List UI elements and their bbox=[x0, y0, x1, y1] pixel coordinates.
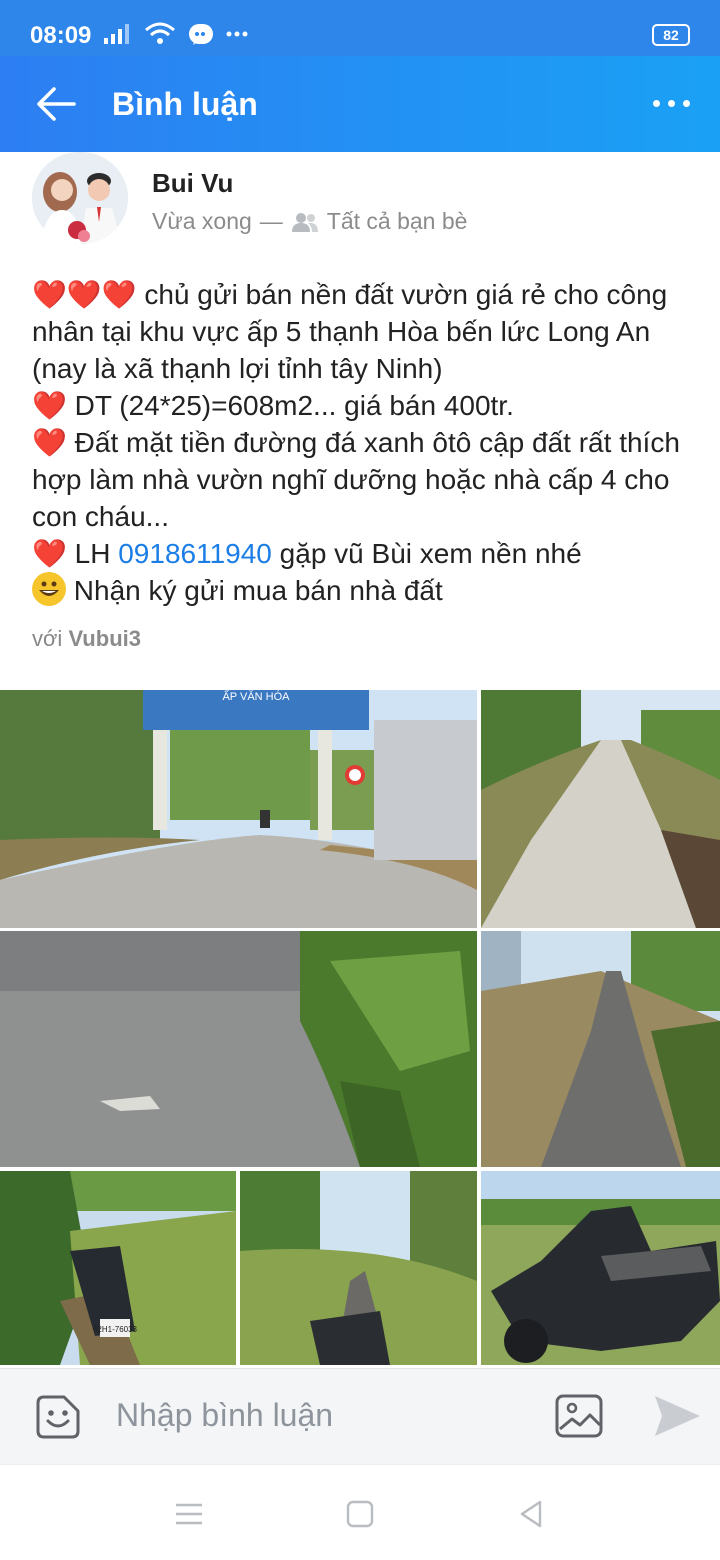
more-notifications-icon bbox=[226, 31, 248, 37]
recent-apps-icon[interactable] bbox=[174, 1499, 204, 1529]
more-options-button[interactable] bbox=[653, 100, 690, 107]
post-text: ❤️❤️❤️ chủ gửi bán nền đất vườn giá rẻ c… bbox=[32, 276, 692, 609]
status-time: 08:09 bbox=[30, 22, 92, 49]
sticker-button[interactable] bbox=[34, 1393, 82, 1441]
photo-banner-text: ẤP VĂN HÓA bbox=[222, 690, 290, 703]
comment-input[interactable]: Nhập bình luận bbox=[116, 1397, 333, 1434]
more-dot-icon bbox=[683, 100, 690, 107]
grinning-face-icon bbox=[32, 572, 66, 606]
service-text: Nhận ký gửi mua bán nhà đất bbox=[66, 575, 443, 606]
phone-link[interactable]: 0918611940 bbox=[118, 538, 272, 569]
app-bar: Bình luận bbox=[0, 56, 720, 152]
zalo-icon bbox=[189, 24, 213, 45]
wifi-icon bbox=[145, 22, 175, 44]
friends-icon bbox=[291, 212, 318, 232]
author-name[interactable]: Bui Vu bbox=[152, 168, 233, 199]
post-line: Đất mặt tiền đường đá xanh ôtô cập đất r… bbox=[32, 427, 680, 532]
status-bar: 08:09 82 bbox=[0, 0, 720, 56]
post-photo[interactable] bbox=[481, 690, 720, 928]
post-photo[interactable]: 62H1-76033 bbox=[0, 1171, 236, 1365]
post-audience[interactable]: Tất cả bạn bè bbox=[327, 208, 468, 235]
post-photo[interactable]: ẤP VĂN HÓA bbox=[0, 690, 477, 928]
back-button[interactable] bbox=[36, 86, 76, 122]
heart-icon: ❤️ bbox=[32, 426, 67, 459]
post-photo[interactable] bbox=[481, 931, 720, 1167]
image-picker-button[interactable] bbox=[554, 1393, 604, 1439]
system-nav-bar bbox=[0, 1464, 720, 1560]
tagged-users: với Vubui3 bbox=[32, 626, 141, 652]
avatar[interactable] bbox=[32, 152, 128, 244]
send-button[interactable] bbox=[652, 1393, 702, 1439]
contact-suffix: gặp vũ Bùi xem nền nhé bbox=[271, 538, 582, 569]
heart-icon: ❤️ bbox=[32, 537, 67, 570]
battery-indicator: 82 bbox=[652, 24, 690, 46]
post-paragraph: ❤️ Đất mặt tiền đường đá xanh ôtô cập đấ… bbox=[32, 424, 692, 535]
heart-icon: ❤️❤️❤️ bbox=[32, 278, 137, 311]
more-dot-icon bbox=[668, 100, 675, 107]
post-paragraph: ❤️ LH 0918611940 gặp vũ Bùi xem nền nhé bbox=[32, 535, 692, 572]
heart-icon: ❤️ bbox=[32, 389, 67, 422]
status-icons bbox=[104, 22, 248, 46]
post-paragraph: ❤️❤️❤️ chủ gửi bán nền đất vườn giá rẻ c… bbox=[32, 276, 692, 387]
post-photo[interactable] bbox=[0, 931, 477, 1167]
post-paragraph: ❤️ DT (24*25)=608m2... giá bán 400tr. bbox=[32, 387, 692, 424]
post-paragraph: Nhận ký gửi mua bán nhà đất bbox=[32, 572, 692, 609]
with-label: với bbox=[32, 626, 63, 651]
tagged-user-link[interactable]: Vubui3 bbox=[68, 626, 141, 651]
post-photo[interactable] bbox=[240, 1171, 477, 1365]
signal-icon bbox=[104, 24, 129, 44]
back-nav-icon[interactable] bbox=[516, 1499, 546, 1529]
meta-separator: — bbox=[259, 208, 283, 234]
post-photo[interactable] bbox=[481, 1171, 720, 1365]
more-dot-icon bbox=[653, 100, 660, 107]
contact-prefix: LH bbox=[66, 538, 119, 569]
page-title: Bình luận bbox=[112, 86, 258, 122]
plate-text: 62H1-76033 bbox=[93, 1325, 138, 1334]
post-time: Vừa xong bbox=[152, 208, 252, 234]
home-icon[interactable] bbox=[345, 1499, 375, 1529]
post-line: DT (24*25)=608m2... giá bán 400tr. bbox=[66, 390, 514, 421]
post-meta: Vừa xong — Tất cả bạn bè bbox=[152, 208, 467, 235]
comment-bar: Nhập bình luận bbox=[0, 1368, 720, 1464]
